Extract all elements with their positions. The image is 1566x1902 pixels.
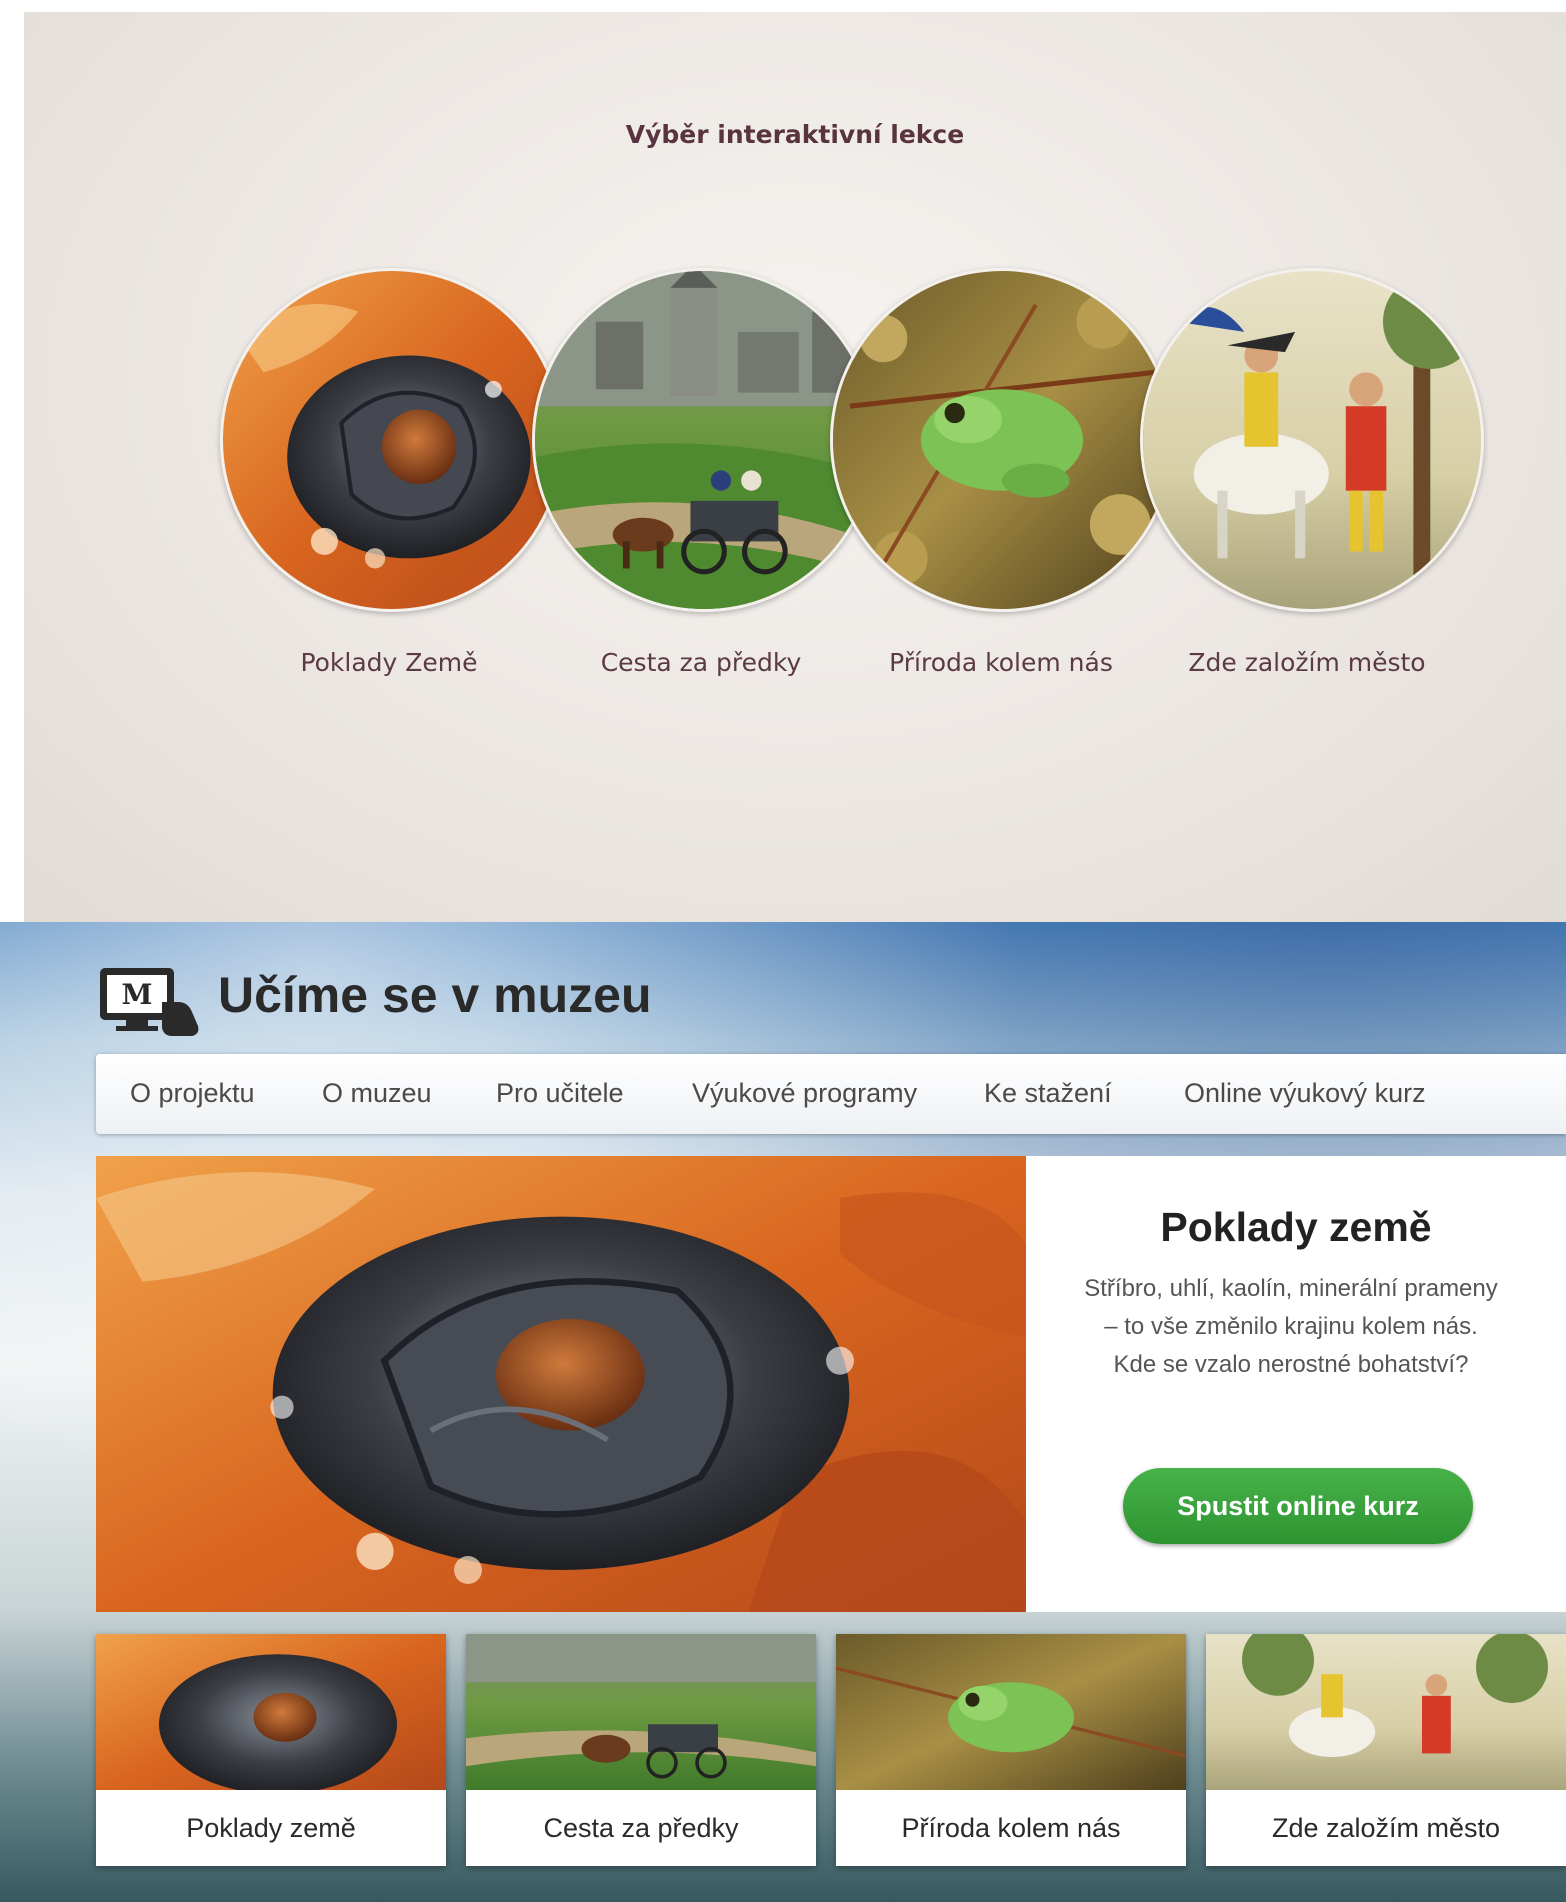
lesson-circle-priroda-kolem-nas[interactable] [830,268,1174,612]
museum-monitor-hand-icon[interactable]: M [96,962,206,1042]
frog-image [833,271,1171,609]
site-title[interactable]: Učíme se v muzeu [218,966,652,1024]
card-label: Poklady země [186,1813,356,1843]
lesson-label-2[interactable]: Cesta za předky [536,648,866,677]
lesson-circle-zde-zalozim-mesto[interactable] [1140,268,1484,612]
hero-description: Stříbro, uhlí, kaolín, minerální prameny… [1084,1275,1498,1378]
nav-vyukove-programy[interactable]: Výukové programy [692,1078,917,1109]
mineral-hero-image [96,1156,1026,1612]
town-carriage-image [535,271,873,609]
nav-pro-ucitele[interactable]: Pro učitele [496,1078,624,1109]
website-screen: M Učíme se v muzeu O projektu O muzeu Pr… [0,922,1566,1902]
lesson-card-zde-zalozim-mesto[interactable]: Zde založím město [1206,1634,1566,1866]
lesson-picker-screen: Výběr interaktivní lekce Poklady Země Ce… [24,12,1566,922]
card-thumb-frog [836,1634,1186,1790]
lesson-label-1[interactable]: Poklady Země [224,648,554,677]
hero-image [96,1156,1026,1612]
lesson-circle-cesta-za-predky[interactable] [532,268,876,612]
lesson-label-4[interactable]: Zde založím město [1142,648,1472,677]
lesson-card-priroda-kolem-nas[interactable]: Příroda kolem nás [836,1634,1186,1866]
card-thumb-mineral [96,1634,446,1790]
lesson-label-3[interactable]: Příroda kolem nás [836,648,1166,677]
lesson-circle-poklady-zeme[interactable] [220,268,564,612]
nav-online-vyukovy-kurz[interactable]: Online výukový kurz [1184,1078,1426,1109]
card-label: Cesta za předky [543,1813,739,1843]
card-thumb-town-carriage [466,1634,816,1790]
horseman-image [1143,271,1481,609]
hero-title: Poklady země [1160,1204,1432,1250]
nav-o-projektu[interactable]: O projektu [130,1078,255,1109]
mineral-image [223,271,561,609]
svg-text:M: M [122,978,153,1011]
card-thumb-horseman [1206,1634,1566,1790]
nav-ke-stazeni[interactable]: Ke stažení [984,1078,1112,1109]
hero-panel: Poklady země Stříbro, uhlí, kaolín, mine… [1026,1156,1566,1612]
nav-o-muzeu[interactable]: O muzeu [322,1078,432,1109]
start-course-button[interactable]: Spustit online kurz [1123,1468,1473,1544]
lesson-card-cesta-za-predky[interactable]: Cesta za předky [466,1634,816,1866]
card-label: Zde založím město [1271,1813,1501,1843]
card-label: Příroda kolem nás [901,1813,1121,1843]
main-nav: O projektu O muzeu Pro učitele Výukové p… [96,1054,1566,1134]
lesson-card-poklady-zeme[interactable]: Poklady země [96,1634,446,1866]
lesson-picker-title: Výběr interaktivní lekce [625,120,965,149]
